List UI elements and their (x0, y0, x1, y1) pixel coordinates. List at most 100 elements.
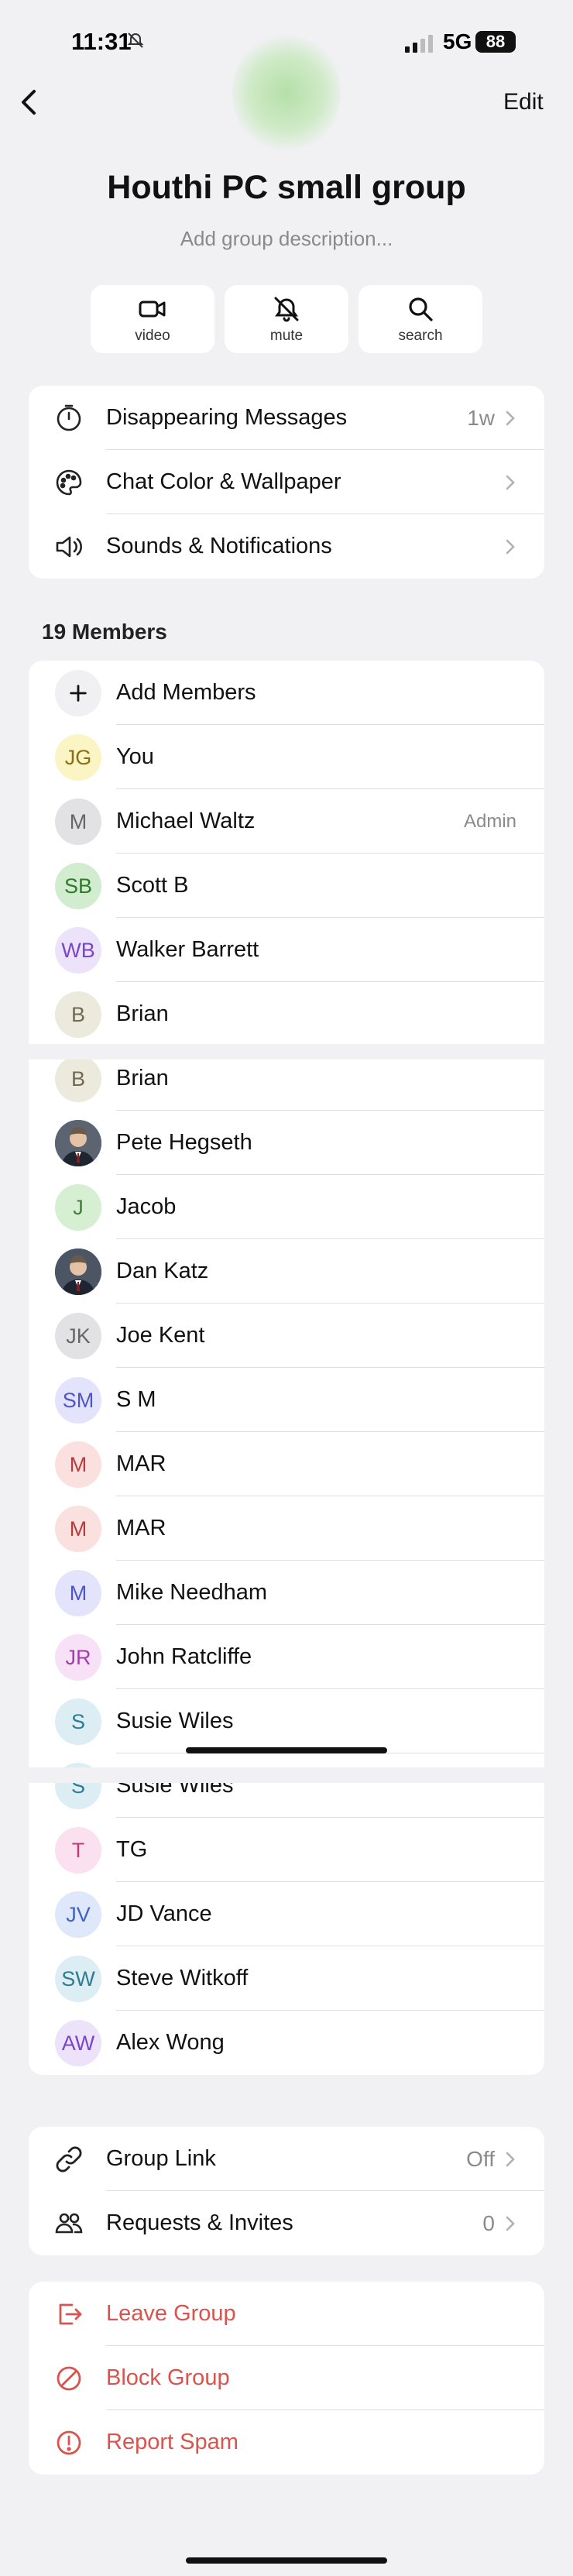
sounds-notifications-row[interactable]: Sounds & Notifications (29, 514, 544, 579)
chevron-right-icon (506, 2216, 515, 2231)
members-card: Add Members JG You M Michael Waltz Admin SB Sc… (29, 661, 544, 2075)
member-row[interactable]: AW Alex Wong (29, 2011, 544, 2075)
members-count-heading: 19 Members (42, 620, 167, 644)
member-name: Steve Witkoff (116, 1966, 249, 1990)
row-value: 1w (467, 405, 495, 430)
member-name: S M (116, 1387, 156, 1412)
member-row[interactable]: M MAR (29, 1496, 544, 1561)
group-avatar[interactable] (232, 31, 341, 155)
chevron-right-icon (506, 410, 515, 425)
mute-button[interactable]: mute (225, 285, 348, 353)
row-label: Group Link (106, 2146, 216, 2171)
home-indicator[interactable] (186, 1747, 387, 1753)
stitch-gap (0, 1044, 573, 1060)
battery-indicator: 88 (475, 31, 516, 53)
member-row[interactable]: SB Scott B (29, 854, 544, 918)
member-name: Joe Kent (116, 1323, 205, 1348)
member-name: TG (116, 1837, 148, 1862)
member-avatar: T (55, 1827, 101, 1874)
member-row[interactable]: SW Steve Witkoff (29, 1946, 544, 2011)
member-row[interactable]: Dan Katz (29, 1239, 544, 1303)
member-row[interactable]: JR John Ratcliffe (29, 1625, 544, 1689)
member-avatar: M (55, 799, 101, 845)
member-row[interactable]: JG You (29, 725, 544, 789)
group-link-card: Group Link Off Requests & Invites 0 (29, 2127, 544, 2255)
group-link-row[interactable]: Group Link Off (29, 2127, 544, 2191)
add-members-label: Add Members (116, 680, 256, 705)
leave-group-row[interactable]: Leave Group (29, 2282, 544, 2346)
member-avatar: AW (55, 2020, 101, 2066)
alert-icon (57, 2430, 81, 2455)
stitch-gap (0, 1767, 573, 1783)
member-avatar: M (55, 1441, 101, 1488)
member-avatar: SM (55, 1377, 101, 1424)
member-row[interactable]: WB Walker Barrett (29, 918, 544, 982)
leave-icon (59, 2303, 82, 2325)
requests-invites-row[interactable]: Requests & Invites 0 (29, 2191, 544, 2255)
member-name: JD Vance (116, 1901, 212, 1926)
video-button[interactable]: video (91, 285, 214, 353)
plus-icon (55, 670, 101, 716)
member-avatar: JR (55, 1634, 101, 1681)
member-name: Walker Barrett (116, 937, 259, 962)
back-chevron-icon[interactable] (14, 85, 45, 119)
danger-actions-card: Leave Group Block Group Report Spam (29, 2282, 544, 2475)
member-avatar: B (55, 991, 101, 1038)
home-indicator[interactable] (186, 2557, 387, 2564)
member-row[interactable]: B Brian (29, 982, 544, 1046)
member-avatar: JV (55, 1891, 101, 1938)
settings-card: Disappearing Messages 1w Chat Color & Wa… (29, 386, 544, 579)
member-avatar: SW (55, 1956, 101, 2002)
row-label: Report Spam (106, 2430, 238, 2454)
member-name: Jacob (116, 1194, 177, 1219)
disappearing-messages-row[interactable]: Disappearing Messages 1w (29, 386, 544, 450)
chevron-right-icon (506, 475, 515, 489)
member-name: Scott B (116, 873, 189, 898)
member-avatar: WB (55, 927, 101, 974)
member-row[interactable]: J Jacob (29, 1175, 544, 1239)
member-avatar: B (55, 1056, 101, 1102)
group-description-field[interactable]: Add group description... (0, 227, 573, 251)
chevron-right-icon (506, 539, 515, 554)
member-name: Alex Wong (116, 2030, 225, 2055)
chat-color-wallpaper-row[interactable]: Chat Color & Wallpaper (29, 450, 544, 514)
speaker-icon (56, 536, 82, 558)
member-row[interactable]: S Susie Wiles (29, 1689, 544, 1753)
member-photo-avatar (55, 1120, 101, 1166)
row-label: Block Group (106, 2365, 230, 2390)
group-title: Houthi PC small group (107, 169, 466, 206)
member-avatar: JG (55, 734, 101, 781)
member-row[interactable]: Pete Hegseth (29, 1111, 544, 1175)
edit-button[interactable]: Edit (503, 89, 544, 115)
member-name: John Ratcliffe (116, 1644, 252, 1669)
member-name: Susie Wiles (116, 1709, 234, 1733)
add-members-row[interactable]: Add Members (29, 661, 544, 725)
link-icon (56, 2146, 82, 2172)
video-label: video (135, 328, 170, 344)
signal-icon (405, 35, 433, 53)
people-icon (55, 2213, 83, 2234)
member-row[interactable]: JV JD Vance (29, 1882, 544, 1946)
row-label: Sounds & Notifications (106, 534, 332, 558)
video-icon (139, 301, 166, 318)
report-spam-row[interactable]: Report Spam (29, 2410, 544, 2475)
block-group-row[interactable]: Block Group (29, 2346, 544, 2410)
member-avatar: M (55, 1506, 101, 1552)
admin-badge: Admin (463, 810, 516, 832)
clock: 11:31 (71, 28, 132, 55)
search-icon (409, 297, 433, 321)
member-row[interactable]: M MAR (29, 1432, 544, 1496)
row-label: Chat Color & Wallpaper (106, 469, 341, 494)
member-row[interactable]: M Michael Waltz Admin (29, 789, 544, 854)
bell-slash-icon (274, 297, 299, 322)
member-row[interactable]: SM S M (29, 1368, 544, 1432)
search-label: search (398, 328, 443, 344)
search-button[interactable]: search (359, 285, 482, 353)
member-avatar: JK (55, 1313, 101, 1359)
member-row[interactable]: M Mike Needham (29, 1561, 544, 1625)
member-row[interactable]: T TG (29, 1818, 544, 1882)
member-name: Michael Waltz (116, 809, 256, 833)
member-row[interactable]: JK Joe Kent (29, 1303, 544, 1368)
member-avatar: SB (55, 863, 101, 909)
member-row[interactable]: S Susie Wiles (29, 1753, 544, 1818)
